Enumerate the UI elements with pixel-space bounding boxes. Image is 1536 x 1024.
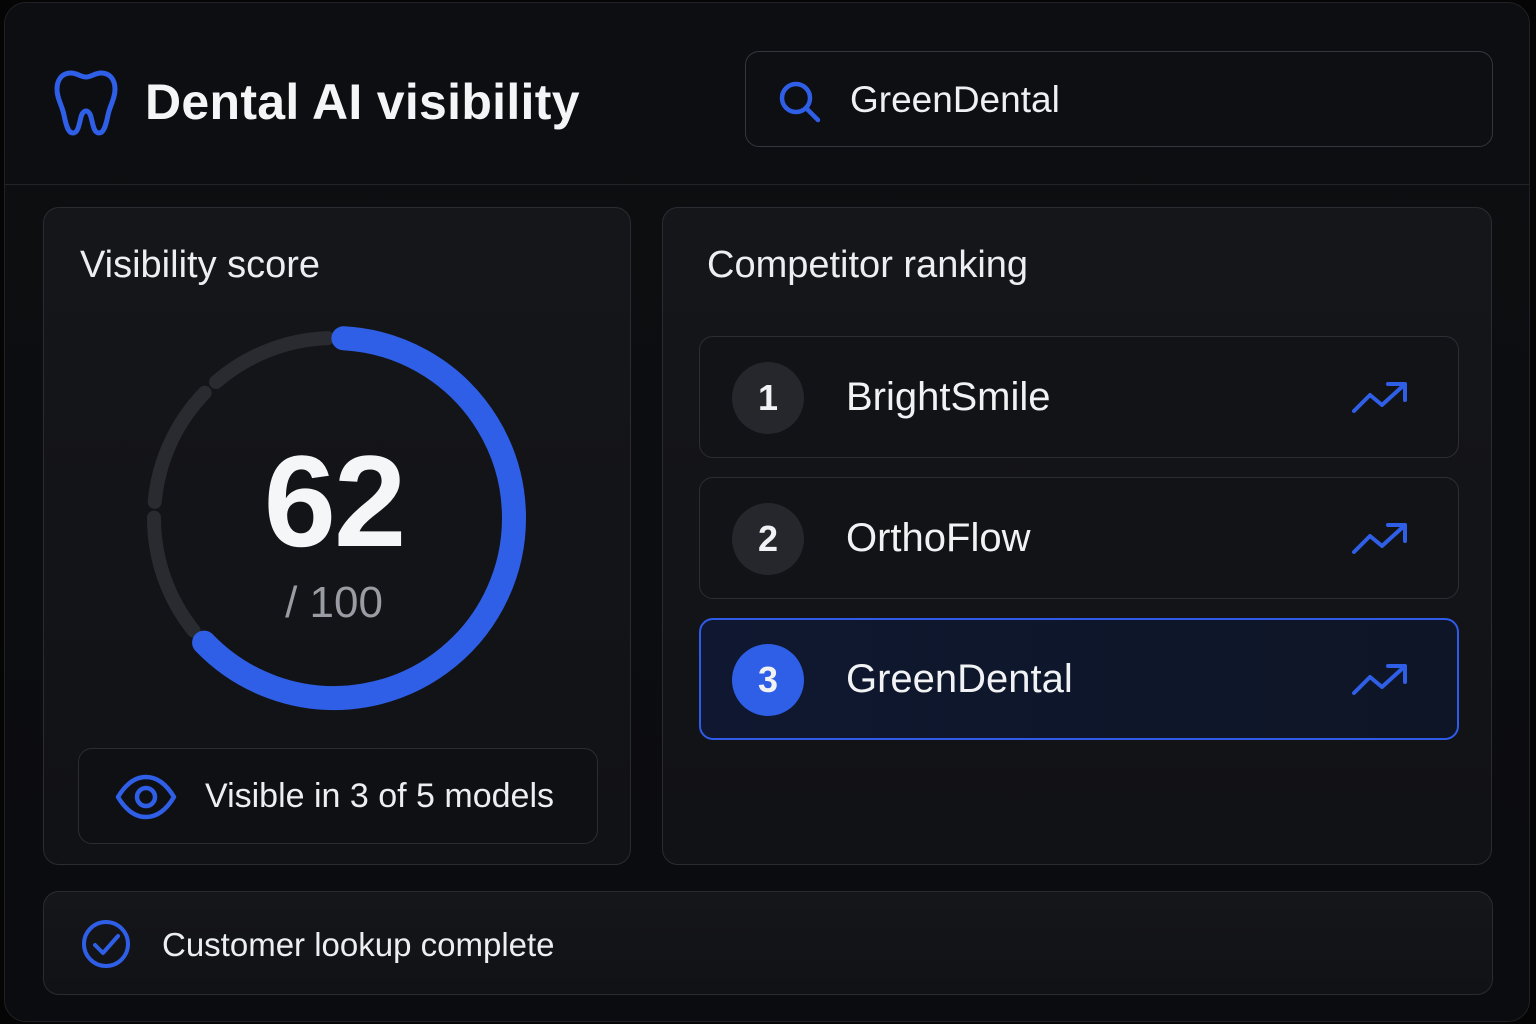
competitor-name: OrthoFlow — [846, 516, 1031, 560]
rank-badge: 3 — [732, 644, 804, 716]
rank-badge: 1 — [732, 362, 804, 434]
check-circle-icon — [82, 920, 130, 968]
score-max: / 100 — [285, 578, 383, 627]
tooth-icon — [54, 70, 118, 136]
app-title: Dental AI visibility — [145, 74, 580, 130]
ranking-row-3-selected[interactable]: 3 GreenDental — [699, 618, 1459, 740]
ranking-row-2[interactable]: 2 OrthoFlow — [699, 477, 1459, 599]
rank-badge: 2 — [732, 503, 804, 575]
app-window: Dental AI visibility Visibility score 62… — [4, 2, 1530, 1022]
gauge-track-segment — [209, 331, 335, 390]
trend-up-icon — [1352, 382, 1407, 413]
models-visibility-pill: Visible in 3 of 5 models — [78, 748, 598, 844]
visibility-score-title: Visibility score — [80, 244, 321, 286]
eye-icon — [115, 774, 177, 820]
trend-up-icon — [1352, 523, 1407, 554]
search-input[interactable] — [850, 74, 1450, 126]
competitor-ranking-card: Competitor ranking 1 BrightSmile 2 Ortho… — [662, 207, 1492, 865]
status-bar: Customer lookup complete — [43, 891, 1493, 995]
competitor-name: GreenDental — [846, 657, 1073, 701]
score-value: 62 — [263, 428, 407, 574]
competitor-ranking-title: Competitor ranking — [707, 244, 1029, 286]
header: Dental AI visibility — [5, 3, 1529, 185]
visibility-score-card: Visibility score 62 / 100 Visible in 3 o… — [43, 207, 631, 865]
trend-up-icon — [1352, 664, 1407, 695]
search-box[interactable] — [745, 51, 1493, 147]
models-visibility-text: Visible in 3 of 5 models — [205, 777, 555, 815]
competitor-name: BrightSmile — [846, 375, 1051, 419]
ranking-row-1[interactable]: 1 BrightSmile — [699, 336, 1459, 458]
search-icon — [779, 81, 821, 123]
status-text: Customer lookup complete — [162, 926, 555, 963]
